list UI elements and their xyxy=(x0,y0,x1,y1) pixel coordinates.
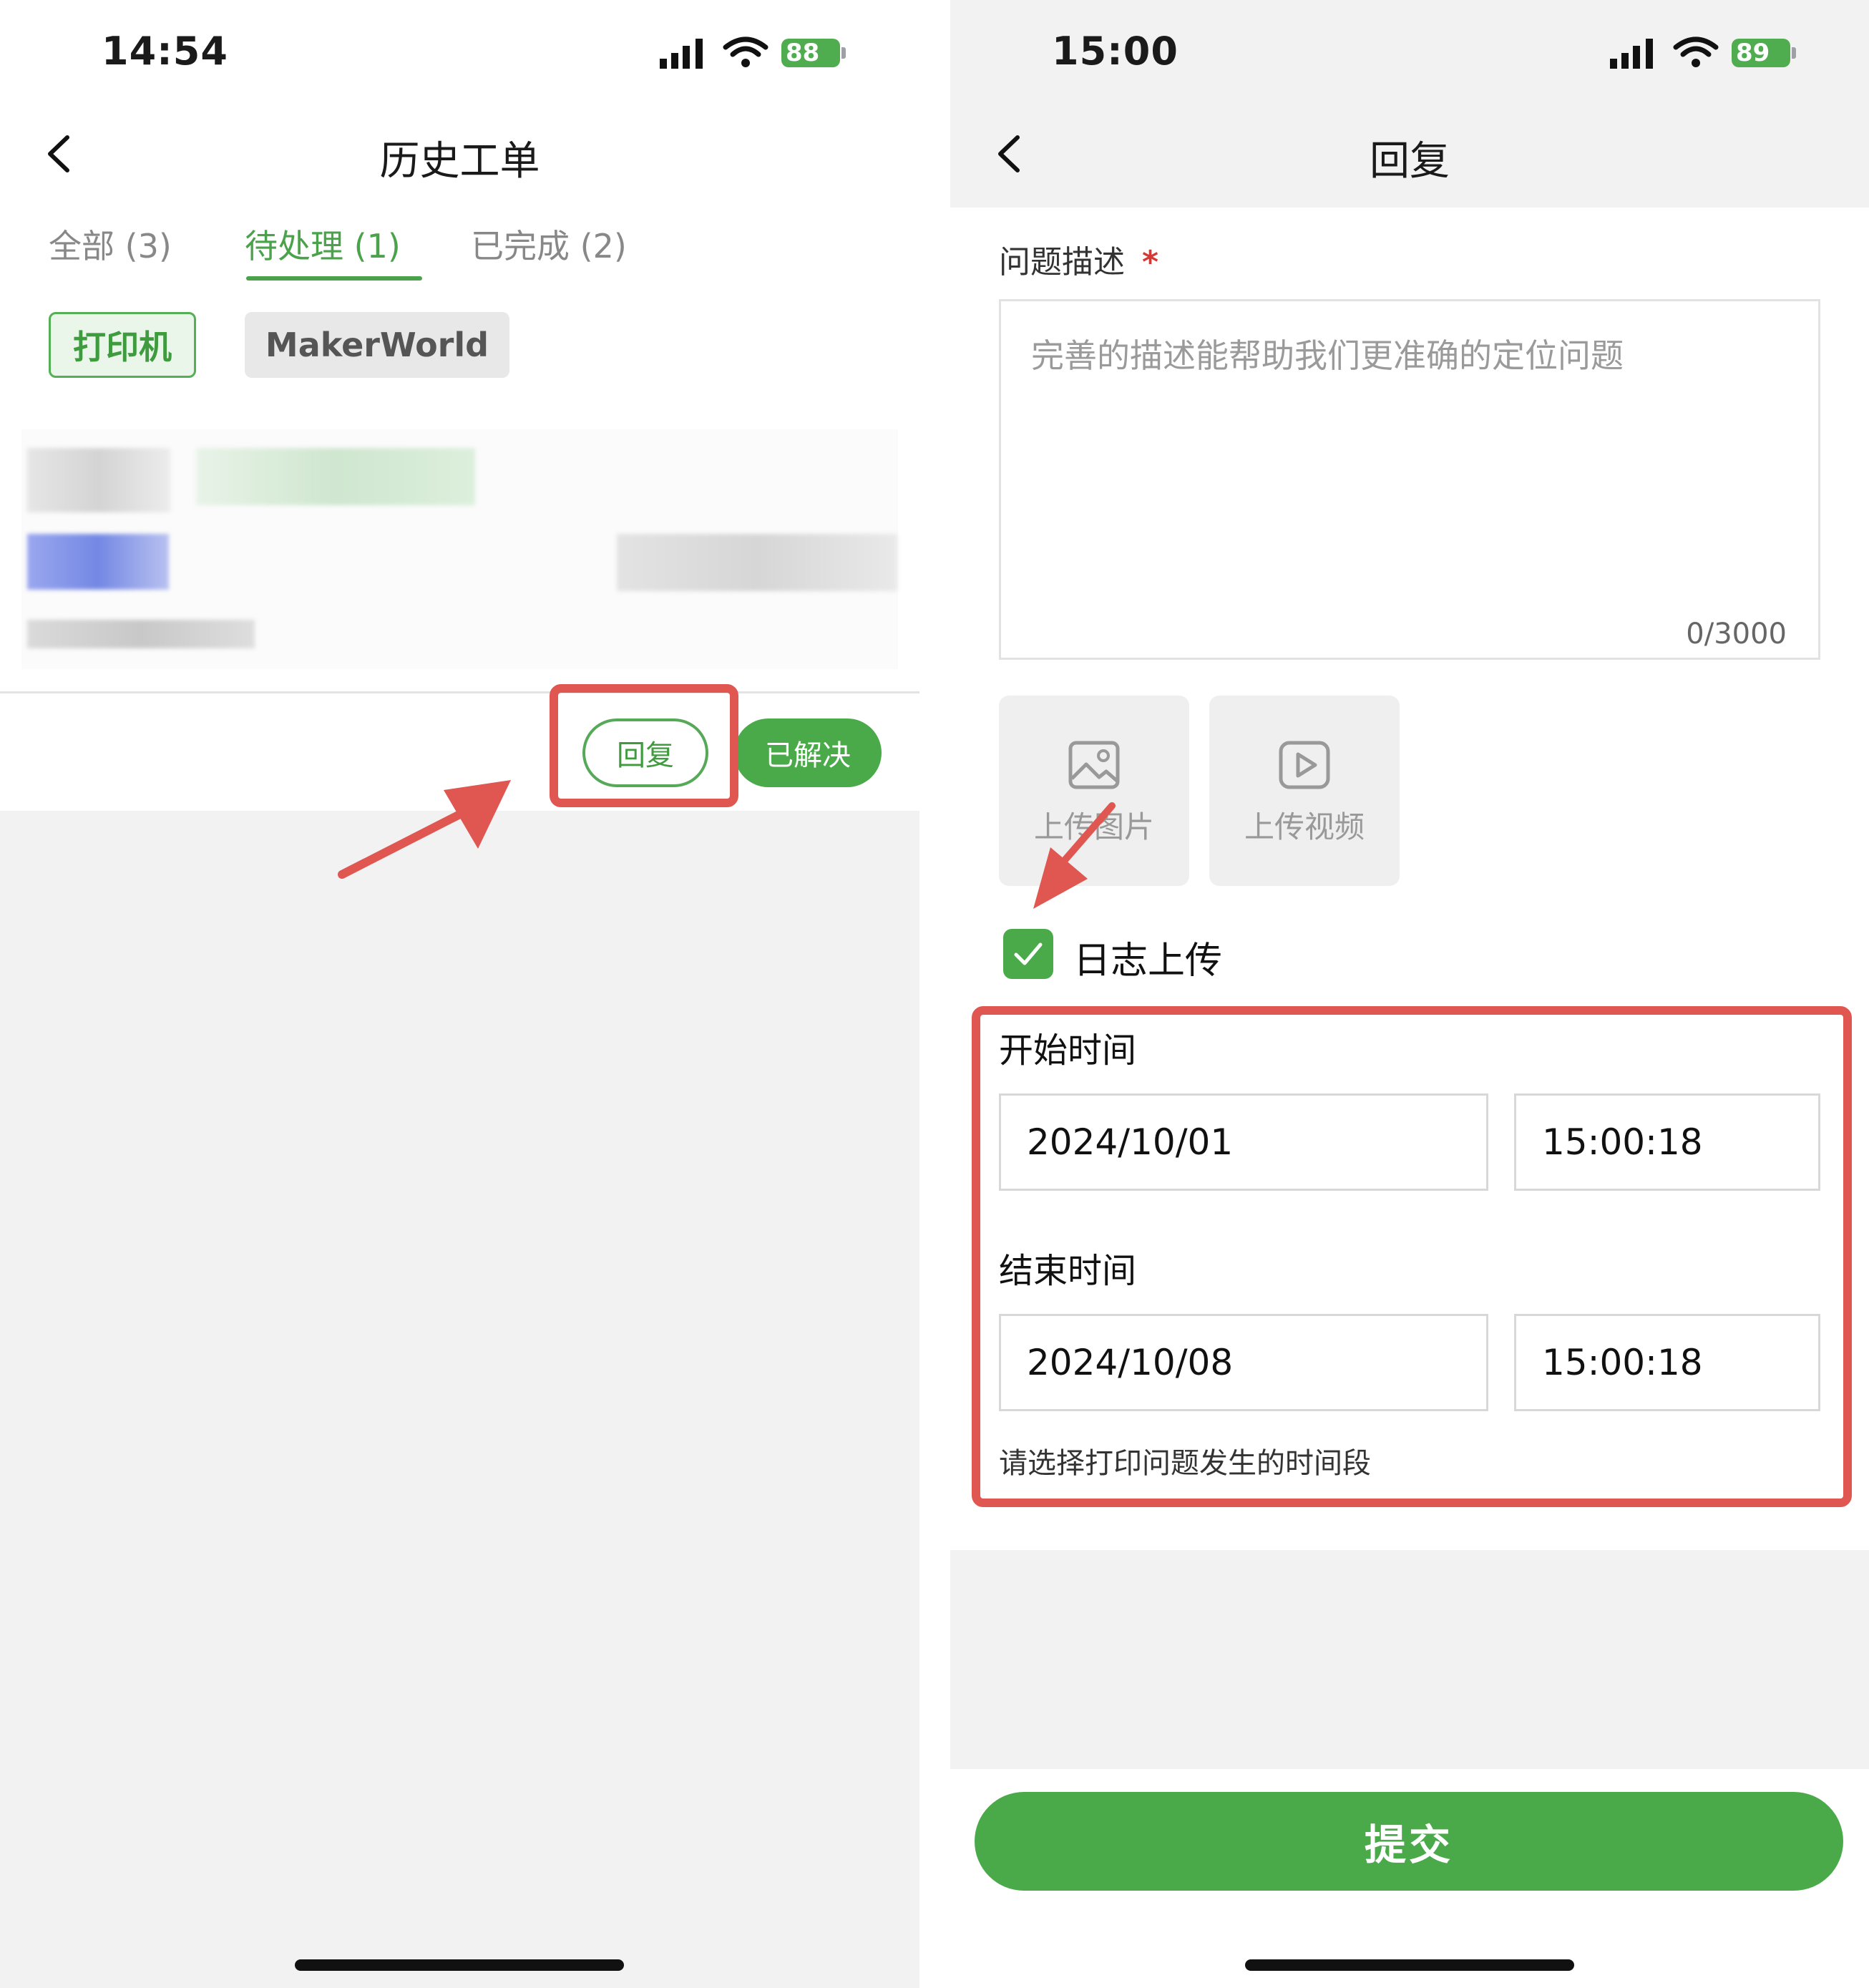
bottom-spacer xyxy=(950,1550,1869,1769)
character-counter: 0/3000 xyxy=(1686,618,1787,651)
content-area xyxy=(0,0,919,811)
annotation-highlight-reply xyxy=(550,684,738,807)
description-placeholder: 完善的描述能帮助我们更准确的定位问题 xyxy=(1031,336,1624,375)
tab-pending[interactable]: 待处理 (1) xyxy=(245,220,401,268)
status-time: 14:54 xyxy=(102,29,228,74)
upload-video-button[interactable]: 上传视频 xyxy=(1209,696,1400,886)
blurred-title xyxy=(196,448,475,505)
cellular-signal-icon xyxy=(660,39,703,69)
status-time: 15:00 xyxy=(1052,29,1179,74)
resolved-button[interactable]: 已解决 xyxy=(734,718,882,787)
description-label: 问题描述 * xyxy=(999,244,1159,281)
blurred-date xyxy=(617,534,897,591)
home-indicator xyxy=(295,1959,624,1971)
page-title: 回复 xyxy=(1370,138,1450,185)
page-title: 历史工单 xyxy=(379,138,540,185)
battery-cap xyxy=(1792,47,1796,59)
blurred-link xyxy=(27,534,169,590)
filter-chip-makerworld[interactable]: MakerWorld xyxy=(245,312,509,378)
battery-indicator: 88 xyxy=(781,39,840,67)
battery-indicator: 89 xyxy=(1732,39,1790,67)
screen-gap xyxy=(919,0,950,1988)
image-icon xyxy=(1068,741,1120,789)
blurred-thumb xyxy=(27,448,170,512)
submit-button[interactable]: 提交 xyxy=(975,1792,1843,1891)
description-textarea[interactable]: 完善的描述能帮助我们更准确的定位问题 0/3000 xyxy=(999,299,1820,660)
annotation-arrow-icon xyxy=(338,780,511,879)
upload-video-label: 上传视频 xyxy=(1244,809,1365,844)
reply-screen: 15:00 89 回复 问题描述 * 完善的描述能帮助我们更准确的定位问题 0/… xyxy=(950,0,1869,1988)
filter-chip-printer[interactable]: 打印机 xyxy=(49,312,196,378)
log-upload-checkbox[interactable] xyxy=(1003,929,1053,979)
annotation-highlight-time-range xyxy=(972,1006,1852,1507)
required-mark: * xyxy=(1142,244,1159,281)
checkmark-icon xyxy=(1014,942,1043,965)
wifi-icon xyxy=(1673,36,1719,67)
video-icon xyxy=(1279,741,1330,789)
ticket-card-blurred[interactable] xyxy=(21,429,898,669)
history-tickets-screen: 14:54 88 历史工单 全部 (3) 待处理 (1) 已完成 (2) 打印机… xyxy=(0,0,919,1988)
blurred-meta xyxy=(27,620,255,648)
annotation-arrow-icon xyxy=(1033,802,1116,909)
battery-cap xyxy=(841,47,846,59)
tab-completed[interactable]: 已完成 (2) xyxy=(471,220,627,268)
log-upload-label: 日志上传 xyxy=(1073,940,1223,983)
cellular-signal-icon xyxy=(1610,39,1653,69)
home-indicator xyxy=(1245,1959,1574,1971)
tab-all[interactable]: 全部 (3) xyxy=(49,220,172,268)
wifi-icon xyxy=(723,36,768,67)
divider xyxy=(0,691,919,693)
active-tab-indicator xyxy=(246,276,422,281)
